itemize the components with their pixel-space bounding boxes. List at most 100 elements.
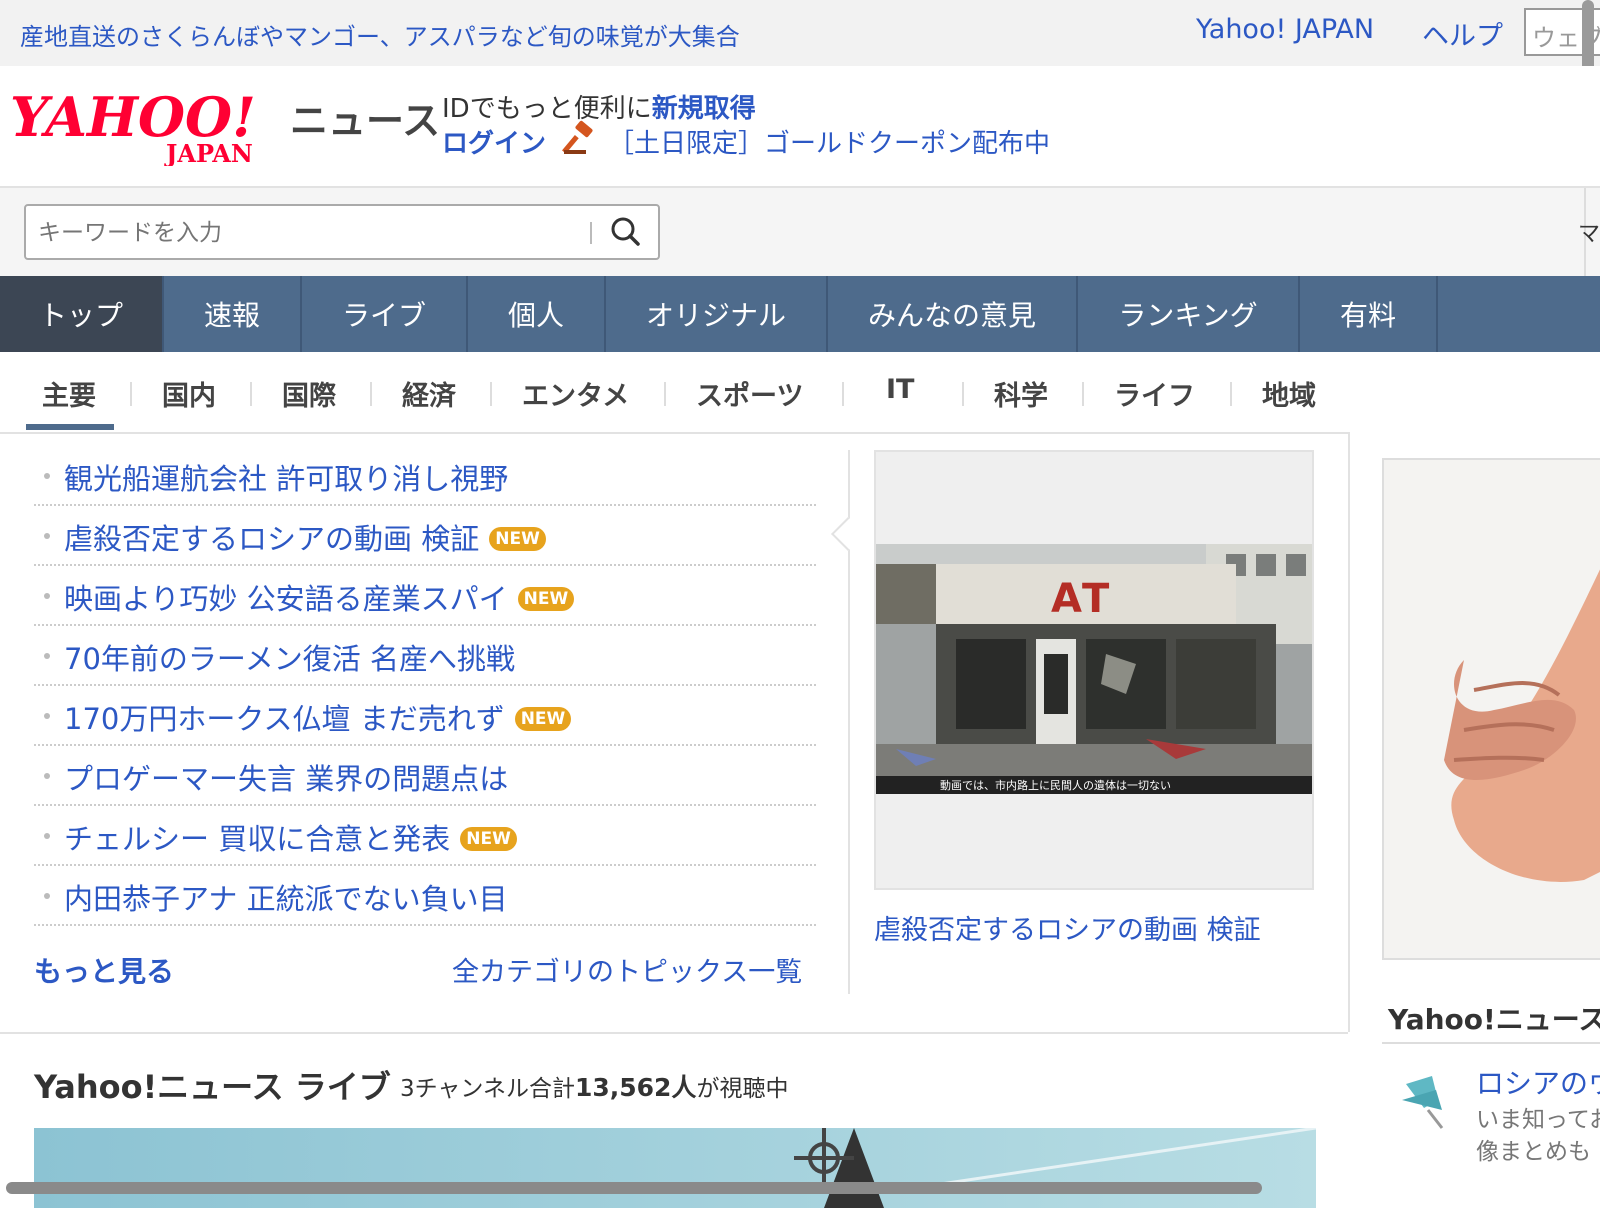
handshake-image[interactable] (1382, 458, 1600, 960)
featured-photo-box[interactable]: АТ 動画では、市内路上に民間人の遺体は一切ない (874, 450, 1314, 890)
category-nav: 主要 国内 国際 経済 エンタメ スポーツ IT 科学 ライフ 地域 (0, 352, 1600, 434)
count-number: 13,562人 (574, 1073, 697, 1102)
top-bar: 産地直送のさくらんぼやマンゴー、アスパラなど旬の味覚が大集合 Yahoo! JA… (0, 0, 1600, 66)
nav-ranking[interactable]: ランキング (1078, 276, 1300, 352)
bullet-icon (44, 533, 50, 539)
bullet-icon (44, 593, 50, 599)
promo-link[interactable]: 産地直送のさくらんぼやマンゴー、アスパラなど旬の味覚が大集合 (20, 17, 740, 52)
featured-photo[interactable]: АТ 動画では、市内路上に民間人の遺体は一切ない (876, 544, 1312, 794)
nav-breaking[interactable]: 速報 (164, 276, 302, 352)
list-item[interactable]: 虐殺否定するロシアの動画 検証 NEW (34, 506, 816, 566)
new-badge: NEW (489, 527, 546, 551)
coupon-link[interactable]: ［土日限定］ゴールドクーポン配布中 (608, 123, 1050, 160)
nav-personal[interactable]: 個人 (468, 276, 606, 352)
svg-text:動画では、市内路上に民間人の遺体は一切ない: 動画では、市内路上に民間人の遺体は一切ない (940, 778, 1171, 792)
active-category-indicator (26, 424, 114, 430)
topic-title[interactable]: プロゲーマー失言 業界の問題点は (64, 756, 508, 798)
category-local[interactable]: 地域 (1262, 374, 1316, 413)
nav-original[interactable]: オリジナル (606, 276, 828, 352)
svg-text:АТ: АТ (1051, 576, 1110, 622)
login-link[interactable]: ログイン (442, 123, 546, 160)
count-suffix: が視聴中 (696, 1076, 789, 1102)
category-main[interactable]: 主要 (42, 374, 96, 413)
list-item[interactable]: 映画より巧妙 公安語る産業スパイ NEW (34, 566, 816, 626)
category-economy[interactable]: 経済 (402, 374, 456, 413)
main-nav: トップ 速報 ライブ 個人 オリジナル みんなの意見 ランキング 有料 (0, 276, 1600, 352)
list-item[interactable]: 170万円ホークス仏壇 まだ売れず NEW (34, 686, 816, 746)
right-panel-title: Yahoo!ニュース (1388, 1003, 1600, 1036)
list-item[interactable]: プロゲーマー失言 業界の問題点は (34, 746, 816, 806)
nav-opinions[interactable]: みんなの意見 (828, 276, 1078, 352)
all-topics-link[interactable]: 全カテゴリのトピックス一覧 (452, 950, 802, 989)
new-badge: NEW (514, 707, 572, 731)
topic-title[interactable]: 映画より巧妙 公安語る産業スパイ NEW (64, 576, 575, 618)
category-divider (664, 382, 666, 406)
category-divider (490, 382, 492, 406)
search-bar: マ (0, 188, 1600, 276)
topic-title[interactable]: 観光船運航会社 許可取り消し視野 (64, 456, 508, 498)
bullet-icon (44, 773, 50, 779)
list-item[interactable]: 70年前のラーメン復活 名産へ挑戦 (34, 626, 816, 686)
category-science[interactable]: 科学 (994, 374, 1048, 413)
header: YAHOO! JAPAN ニュース IDでもっと便利に新規取得 ログイン ［土日… (0, 66, 1600, 188)
category-divider (1082, 382, 1084, 406)
auction-gavel-icon (562, 120, 593, 154)
category-divider (250, 382, 252, 406)
news-section-title: ニュース (290, 99, 441, 143)
category-sports[interactable]: スポーツ (696, 374, 803, 413)
selection-pointer (831, 517, 865, 551)
bullet-icon (44, 653, 50, 659)
yahoo-japan-logo[interactable]: YAHOO! JAPAN (8, 86, 282, 166)
topic-title[interactable]: 170万円ホークス仏壇 まだ売れず NEW (64, 696, 572, 738)
search-divider (590, 222, 592, 244)
horizontal-scrollbar[interactable] (6, 1182, 1262, 1194)
live-viewer-count: 3チャンネル合計13,562人が視聴中 (400, 1068, 788, 1104)
category-divider (842, 382, 844, 406)
register-link[interactable]: 新規取得 (652, 94, 756, 124)
desc-line-2: 像まとめも (1476, 1139, 1591, 1165)
right-panel-divider (1382, 1042, 1600, 1044)
bullet-icon (44, 833, 50, 839)
bullet-icon (44, 713, 50, 719)
right-panel-link[interactable]: ロシアのウ (1476, 1062, 1600, 1102)
search-box (24, 204, 660, 260)
category-world[interactable]: 国際 (282, 374, 336, 413)
category-divider (370, 382, 372, 406)
category-domestic[interactable]: 国内 (162, 374, 216, 413)
topic-title[interactable]: 内田恭子アナ 正統派でない負い目 (64, 876, 508, 918)
live-section: Yahoo!ニュース ライブ 3チャンネル合計13,562人が視聴中 (0, 1032, 1348, 1208)
live-title: Yahoo!ニュース ライブ (34, 1068, 391, 1106)
topic-title[interactable]: チェルシー 買収に合意と発表 NEW (64, 816, 517, 858)
category-entertainment[interactable]: エンタメ (522, 374, 629, 413)
desc-line-1: いま知ってお (1476, 1107, 1600, 1133)
category-it[interactable]: IT (886, 374, 914, 405)
search-input[interactable] (36, 216, 600, 250)
bullet-icon (44, 473, 50, 479)
count-prefix: 3チャンネル合計 (400, 1076, 575, 1102)
nav-live[interactable]: ライブ (302, 276, 468, 352)
list-item[interactable]: チェルシー 買収に合意と発表 NEW (34, 806, 816, 866)
topic-title[interactable]: 70年前のラーメン復活 名産へ挑戦 (64, 636, 515, 678)
help-link[interactable]: ヘルプ (1422, 14, 1503, 53)
id-promo-text: IDでもっと便利に (442, 94, 652, 124)
nav-top[interactable]: トップ (0, 276, 164, 352)
search-icon[interactable] (606, 214, 646, 250)
yahoo-japan-link[interactable]: Yahoo! JAPAN (1196, 14, 1374, 45)
list-item[interactable]: 内田恭子アナ 正統派でない負い目 (34, 866, 816, 926)
right-panel: Yahoo!ニュース ロシアのウ いま知ってお像まとめも (1350, 432, 1600, 1200)
category-divider (130, 382, 132, 406)
live-video-thumbnail[interactable] (34, 1128, 1316, 1208)
pin-icon (1402, 1076, 1444, 1129)
topic-title[interactable]: 虐殺否定するロシアの動画 検証 NEW (64, 516, 546, 558)
bullet-icon (44, 893, 50, 899)
photo-caption-link[interactable]: 虐殺否定するロシアの動画 検証 (874, 908, 1261, 947)
nav-paid[interactable]: 有料 (1300, 276, 1438, 352)
category-life[interactable]: ライフ (1114, 374, 1195, 413)
new-badge: NEW (517, 587, 575, 611)
svg-text:JAPAN: JAPAN (164, 139, 253, 166)
search-right-label[interactable]: マ (1578, 216, 1600, 248)
right-panel-description: いま知ってお 像まとめも (1476, 1104, 1600, 1168)
list-item[interactable]: 観光船運航会社 許可取り消し視野 (34, 446, 816, 506)
topics-panel: 観光船運航会社 許可取り消し視野 虐殺否定するロシアの動画 検証 NEW 映画より… (0, 432, 1350, 1032)
more-link[interactable]: もっと見る (34, 950, 174, 990)
